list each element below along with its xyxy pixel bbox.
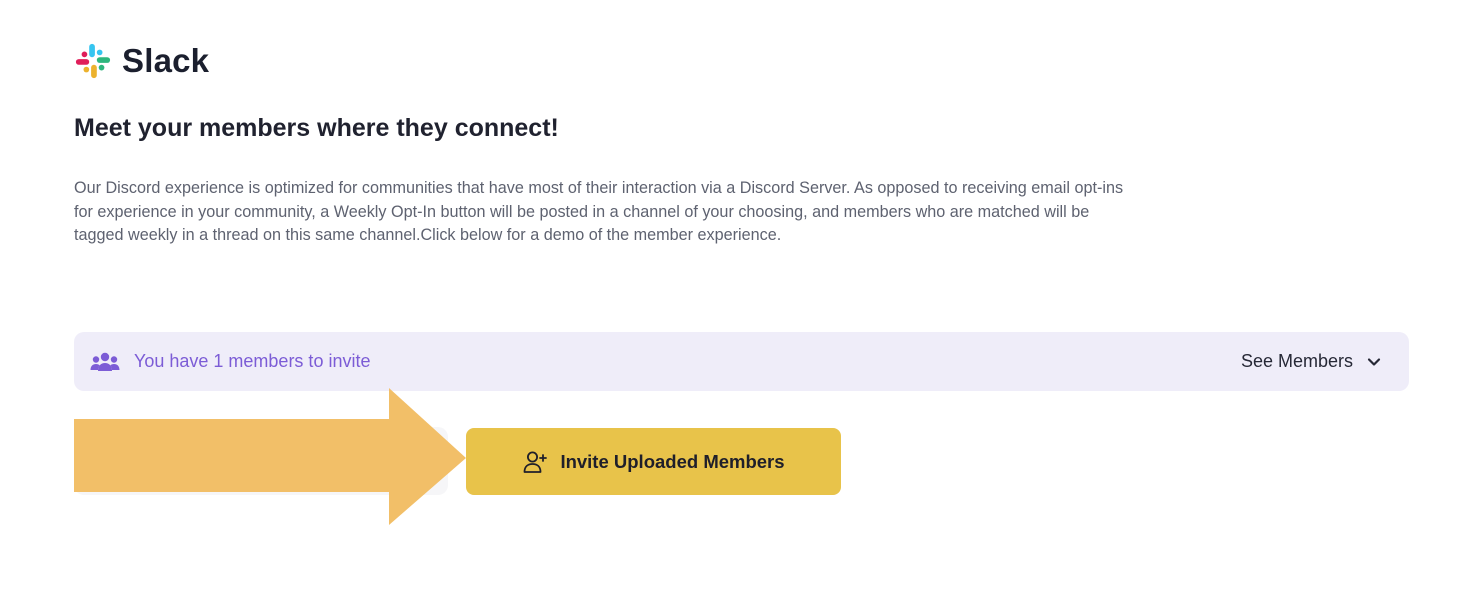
chevron-down-icon <box>1367 357 1381 366</box>
see-members-label: See Members <box>1240 351 1353 371</box>
see-members-toggle[interactable]: See Members <box>1241 351 1381 372</box>
invite-members-bar: You have 1 members to invite See Members <box>74 332 1409 391</box>
invite-count-text: You have 1 members to invite <box>134 351 371 371</box>
slack-logo-icon <box>75 43 111 79</box>
description-text: Our Discord experience is optimized for … <box>74 179 1124 244</box>
invite-uploaded-members-label: Invite Uploaded Members <box>560 450 785 472</box>
brand-name: Slack <box>122 42 210 79</box>
user-plus-icon <box>524 451 548 473</box>
page-title: Meet your members where they connect! <box>74 114 559 142</box>
brand-header: Slack <box>74 42 209 80</box>
invite-summary: You have 1 members to invite <box>90 351 370 373</box>
invite-uploaded-members-button[interactable]: Invite Uploaded Members <box>466 428 841 495</box>
users-group-icon <box>90 352 120 371</box>
arrow-right-annotation <box>74 388 466 525</box>
